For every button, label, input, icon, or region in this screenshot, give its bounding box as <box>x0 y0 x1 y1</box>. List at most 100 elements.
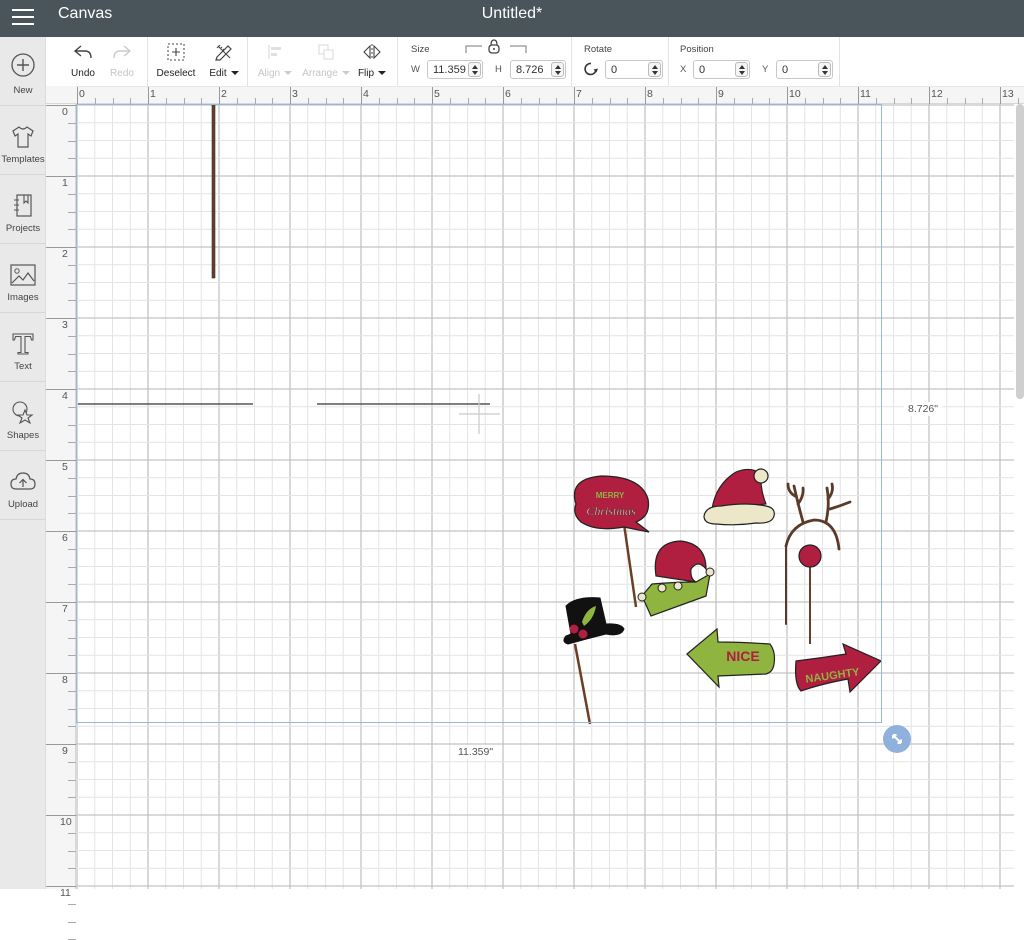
x-position-stepper[interactable] <box>735 62 748 77</box>
ruler-minor-tick <box>68 300 76 302</box>
rotate-stepper[interactable] <box>648 62 661 77</box>
design-canvas[interactable]: MERRY Christmas NICE NAUGHTY 8.726" 11.3… <box>76 104 1014 889</box>
sidebar: New Templates Projects Images Text Shape… <box>0 37 46 889</box>
sidebar-label: Text <box>14 361 32 372</box>
ruler-label: 3 <box>292 88 298 100</box>
width-input[interactable] <box>427 60 483 79</box>
resize-handle[interactable] <box>883 725 911 753</box>
ruler-major-tick <box>46 815 76 816</box>
ruler-label: 6 <box>505 88 511 100</box>
width-stepper[interactable] <box>468 62 481 77</box>
ruler-major-tick <box>148 87 149 104</box>
sidebar-label: Shapes <box>6 430 40 441</box>
ruler-label: 7 <box>576 88 582 100</box>
naughty-arrow-sign[interactable]: NAUGHTY <box>794 642 883 694</box>
ruler-major-tick <box>46 673 76 674</box>
nice-arrow-sign[interactable]: NICE <box>686 627 776 689</box>
y-position-value[interactable] <box>777 61 819 78</box>
shapes-icon <box>12 401 34 425</box>
vertical-stick[interactable] <box>211 104 216 279</box>
vertical-scrollbar[interactable] <box>1016 104 1024 399</box>
ruler-label: 11 <box>860 88 871 100</box>
redo-button[interactable]: Redo <box>104 37 140 86</box>
ruler-minor-tick <box>68 211 76 213</box>
undo-button[interactable]: Undo <box>64 37 102 86</box>
ruler-major-tick <box>46 247 76 248</box>
deselect-button[interactable]: Deselect <box>156 37 196 86</box>
height-stepper[interactable] <box>551 62 564 77</box>
ruler-minor-tick <box>68 903 76 905</box>
y-position-stepper[interactable] <box>818 62 831 77</box>
ruler-label: 9 <box>718 88 724 100</box>
ruler-minor-tick <box>68 548 76 550</box>
text-t-icon <box>12 333 34 355</box>
selection-height-label: 8.726" <box>904 402 943 416</box>
ruler-major-tick <box>361 87 362 104</box>
ruler-major-tick <box>46 318 76 319</box>
sidebar-item-text[interactable]: Text <box>0 313 46 382</box>
flip-menu-button[interactable]: Flip <box>352 37 392 86</box>
sidebar-item-images[interactable]: Images <box>0 244 46 313</box>
santa-hat[interactable] <box>703 468 775 526</box>
height-input[interactable] <box>510 60 566 79</box>
ruler-major-tick <box>858 87 859 104</box>
height-value[interactable] <box>511 61 552 78</box>
ruler-minor-tick <box>68 921 76 923</box>
sidebar-item-projects[interactable]: Projects <box>0 175 46 244</box>
sidebar-item-upload[interactable]: Upload <box>0 451 46 520</box>
hamburger-menu-icon[interactable] <box>12 7 34 27</box>
ruler-major-tick <box>219 87 220 104</box>
y-position-input[interactable] <box>776 60 833 79</box>
vertical-ruler: 0 1 2 3 4 5 6 7 8 9 10 11 <box>46 104 76 940</box>
sidebar-item-shapes[interactable]: Shapes <box>0 382 46 451</box>
chevron-down-icon <box>230 71 239 76</box>
ruler-label: 1 <box>62 177 68 189</box>
rotate-input[interactable] <box>605 60 663 79</box>
ruler-major-tick <box>716 87 717 104</box>
ruler-minor-tick <box>68 655 76 657</box>
ruler-minor-tick <box>68 371 76 373</box>
sidebar-label: Projects <box>5 223 41 234</box>
position-label: Position <box>680 44 714 55</box>
app-title: Canvas <box>58 5 113 22</box>
x-position-input[interactable] <box>693 60 750 79</box>
undo-icon <box>73 45 92 59</box>
document-title[interactable]: Untitled* <box>482 5 542 22</box>
x-position-value[interactable] <box>694 61 736 78</box>
cloud-upload-icon <box>10 472 36 490</box>
ruler-label: 9 <box>62 745 68 757</box>
ruler-minor-tick <box>68 513 76 515</box>
top-hat[interactable] <box>563 597 625 725</box>
red-nose[interactable] <box>798 544 822 644</box>
ruler-minor-tick <box>68 832 76 834</box>
ruler-label: 8 <box>62 674 68 686</box>
width-value[interactable] <box>428 61 469 78</box>
arrange-icon <box>318 44 334 60</box>
edit-menu-button[interactable]: Edit <box>204 37 244 86</box>
sidebar-item-templates[interactable]: Templates <box>0 106 46 175</box>
ruler-minor-tick <box>68 566 76 568</box>
sidebar-label: New <box>13 85 33 96</box>
merry-christmas-speech-bubble[interactable]: MERRY Christmas <box>573 475 650 608</box>
ruler-major-tick <box>77 87 78 104</box>
ruler-label: 7 <box>62 603 68 615</box>
align-menu-button[interactable]: Align <box>254 37 296 86</box>
ruler-minor-tick <box>68 122 76 124</box>
canvas-objects: MERRY Christmas NICE NAUGHTY <box>78 104 883 725</box>
sidebar-item-new[interactable]: New <box>0 37 46 106</box>
ruler-label: 5 <box>434 88 440 100</box>
tshirt-icon <box>12 126 34 148</box>
ruler-major-tick <box>1000 87 1001 104</box>
chevron-down-icon <box>284 71 293 76</box>
ruler-minor-tick <box>68 761 76 763</box>
lock-proportions-icon[interactable] <box>465 39 527 55</box>
rotate-value[interactable] <box>606 61 649 78</box>
arrange-menu-button[interactable]: Arrange <box>300 37 352 86</box>
elf-hat[interactable] <box>637 540 715 617</box>
size-group: Size W H <box>398 37 572 86</box>
ruler-label: 0 <box>79 88 85 100</box>
flip-icon <box>363 44 381 60</box>
ruler-minor-tick <box>68 619 76 621</box>
selection-width-label: 11.359" <box>454 745 498 759</box>
ruler-minor-tick <box>68 140 76 142</box>
